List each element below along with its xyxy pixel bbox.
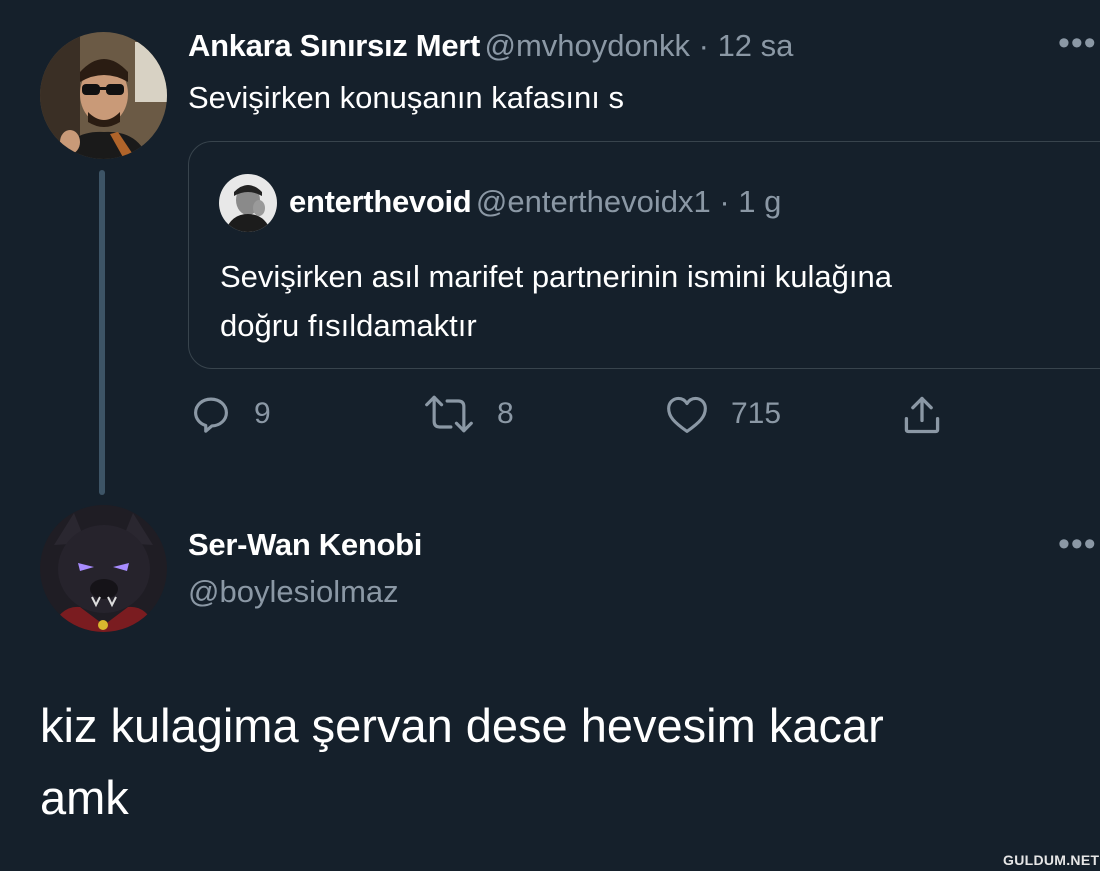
reply-tweet-text: kiz kulagima şervan dese hevesim kacar a… — [40, 690, 1080, 834]
like-button[interactable]: 715 — [665, 393, 781, 435]
quoted-author-handle: @enterthevoidx1 — [475, 184, 711, 219]
share-button[interactable] — [900, 393, 944, 437]
retweet-button[interactable]: 8 — [423, 393, 514, 435]
watermark: GULDUM.NET — [1003, 852, 1100, 868]
reply-icon — [190, 393, 232, 435]
retweet-count: 8 — [497, 397, 514, 430]
author-name[interactable]: Ankara Sınırsız Mert — [188, 28, 480, 63]
reply-tweet-text-line: kiz kulagima şervan dese hevesim kacar — [40, 699, 884, 752]
avatar-enterthevoid — [219, 174, 277, 232]
tweet-time[interactable]: 12 sa — [718, 28, 794, 63]
reply-author-handle[interactable]: @boylesiolmaz — [188, 574, 399, 610]
quoted-author-name: enterthevoid — [289, 184, 472, 219]
reply-author-name[interactable]: Ser-Wan Kenobi — [188, 527, 422, 563]
quoted-tweet-text-line: Sevişirken asıl marifet partnerinin ismi… — [220, 259, 892, 294]
share-icon — [900, 393, 944, 437]
more-horizontal-icon[interactable]: ••• — [1058, 527, 1097, 561]
like-count: 715 — [731, 397, 782, 430]
more-horizontal-icon[interactable]: ••• — [1058, 26, 1097, 60]
heart-icon — [665, 393, 709, 435]
reply-button[interactable]: 9 — [190, 393, 271, 435]
quoted-tweet-header: enterthevoid @enterthevoidx1 · 1 g — [289, 184, 781, 220]
quoted-tweet-text: Sevişirken asıl marifet partnerinin ismi… — [220, 252, 1080, 350]
parent-tweet-header: Ankara Sınırsız Mert @mvhoydonkk · 12 sa — [188, 28, 793, 64]
retweet-icon — [423, 393, 475, 435]
thread-line — [99, 170, 105, 495]
parent-tweet-text: Sevişirken konuşanın kafasını s — [188, 80, 624, 115]
quoted-tweet-time: 1 g — [738, 184, 782, 219]
reply-count: 9 — [254, 397, 271, 430]
quoted-tweet-text-line: doğru fısıldamaktır — [220, 308, 477, 343]
reply-tweet-text-line: amk — [40, 771, 129, 824]
separator: · — [710, 184, 739, 219]
author-handle[interactable]: @mvhoydonkk — [485, 28, 691, 63]
separator: · — [690, 28, 718, 63]
avatar-ser-wan-kenobi[interactable] — [40, 505, 167, 632]
avatar-ankara-sinirsiz-mert[interactable] — [40, 32, 167, 159]
